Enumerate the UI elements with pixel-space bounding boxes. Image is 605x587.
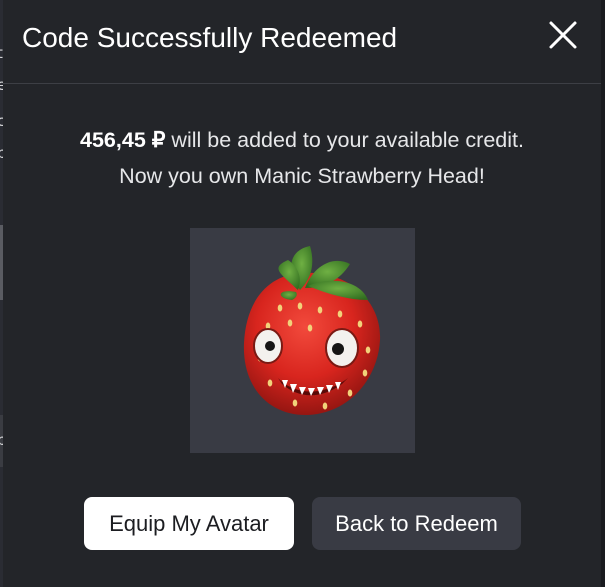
close-icon: [549, 21, 577, 49]
credit-amount: 456,45 ₽: [80, 128, 166, 152]
close-button[interactable]: [542, 14, 584, 56]
back-to-redeem-button[interactable]: Back to Redeem: [312, 497, 521, 550]
item-thumbnail: [190, 228, 415, 453]
credit-text: will be added to your available credit.: [165, 128, 524, 152]
redeem-message: 456,45 ₽ will be added to your available…: [3, 122, 601, 194]
modal-header: Code Successfully Redeemed: [3, 0, 601, 84]
ownership-line: Now you own Manic Strawberry Head!: [119, 164, 485, 188]
modal-title: Code Successfully Redeemed: [22, 22, 398, 53]
equip-avatar-button[interactable]: Equip My Avatar: [84, 497, 294, 550]
strawberry-head-icon: [243, 246, 381, 416]
redeem-success-modal: Code Successfully Redeemed 456,45 ₽ will…: [3, 0, 601, 587]
credit-line: 456,45 ₽ will be added to your available…: [3, 122, 601, 158]
